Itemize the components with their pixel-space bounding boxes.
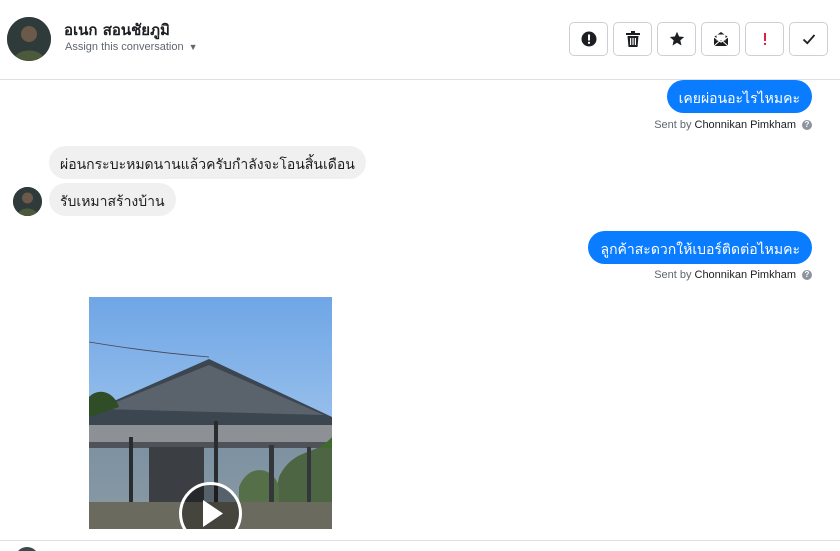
help-icon[interactable]: ? (802, 270, 812, 280)
conversation-header: อเนก สอนชัยภูมิ Assign this conversation… (0, 0, 840, 80)
exclamation-circle-icon (581, 31, 596, 47)
assign-conversation-dropdown[interactable]: Assign this conversation ▼ (65, 41, 198, 53)
play-button[interactable] (179, 482, 242, 529)
contact-avatar[interactable] (7, 17, 51, 61)
play-icon (203, 500, 223, 527)
mark-spam-button[interactable] (569, 22, 608, 56)
message-thread[interactable]: เคยผ่อนอะไรไหมคะ Sent by Chonnikan Pimkh… (0, 80, 840, 540)
star-icon (669, 31, 684, 46)
sent-by-label: Sent by Chonnikan Pimkham ? (654, 119, 812, 131)
agent-avatar (15, 547, 39, 551)
star-button[interactable] (657, 22, 696, 56)
done-button[interactable] (789, 22, 828, 56)
incoming-message[interactable]: ผ่อนกระบะหมดนานแล้วครับกำลังจะโอนสิ้นเดื… (49, 146, 366, 179)
outgoing-message[interactable]: เคยผ่อนอะไรไหมคะ (666, 80, 812, 113)
trash-icon (625, 31, 640, 47)
check-icon (802, 34, 815, 45)
outgoing-message[interactable]: ลูกค้าสะดวกให้เบอร์ติดต่อไหมคะ (588, 231, 812, 264)
assign-label: Assign this conversation (65, 41, 184, 53)
sent-by-prefix: Sent by (654, 119, 692, 131)
contact-avatar-small[interactable] (13, 187, 42, 216)
sent-by-prefix: Sent by (654, 269, 692, 281)
envelope-icon (713, 32, 728, 47)
incoming-message[interactable]: รับเหมาสร้างบ้าน (49, 183, 176, 216)
help-icon[interactable]: ? (802, 120, 812, 130)
important-button[interactable] (745, 22, 784, 56)
agent-name: Chonnikan Pimkham (694, 269, 797, 281)
caret-down-icon: ▼ (188, 42, 198, 52)
sent-by-label: Sent by Chonnikan Pimkham ? (654, 269, 812, 281)
delete-button[interactable] (613, 22, 652, 56)
video-attachment[interactable] (89, 297, 332, 529)
mark-unread-button[interactable] (701, 22, 740, 56)
agent-name: Chonnikan Pimkham (694, 119, 797, 131)
message-composer[interactable] (0, 540, 840, 551)
conversation-toolbar (569, 22, 828, 56)
exclamation-icon (763, 33, 766, 45)
contact-name[interactable]: อเนก สอนชัยภูมิ (64, 18, 170, 42)
